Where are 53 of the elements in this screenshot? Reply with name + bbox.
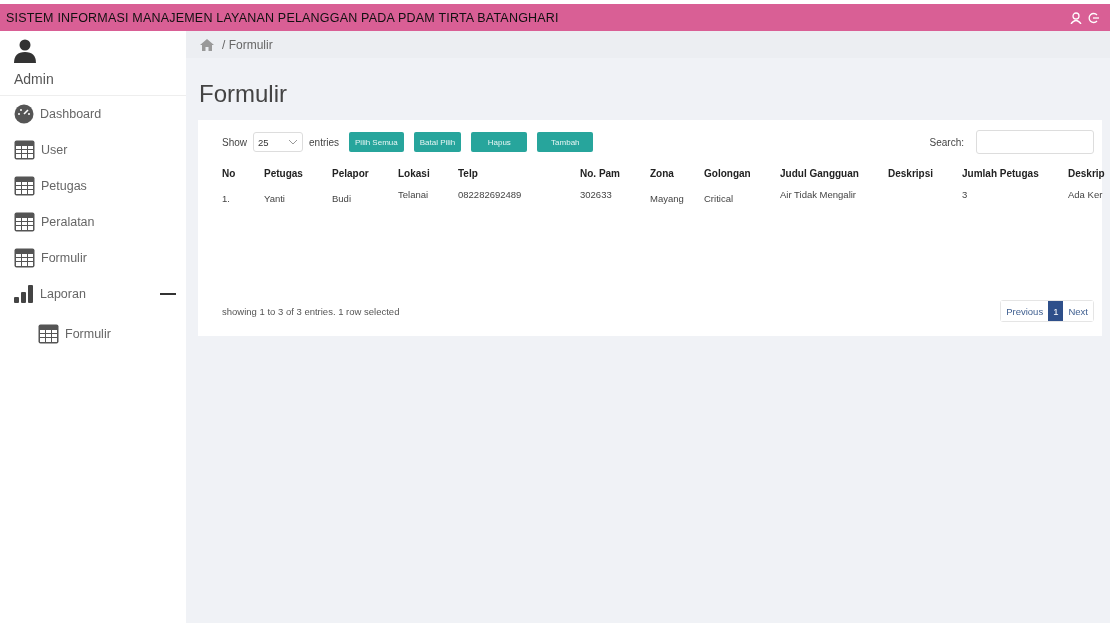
show-label: Show xyxy=(222,136,247,148)
chevron-down-icon xyxy=(288,139,298,145)
column-header: No xyxy=(222,168,237,179)
sidebar-item[interactable]: Laporan xyxy=(0,276,186,312)
sidebar-item[interactable]: Formulir xyxy=(0,240,186,276)
gauge-icon xyxy=(14,104,34,124)
page-title: Formulir xyxy=(199,80,288,108)
column-header: Lokasi xyxy=(398,168,431,179)
user-icon[interactable] xyxy=(1070,11,1082,24)
search-field[interactable] xyxy=(976,130,1094,154)
table-icon xyxy=(14,248,35,268)
sidebar-item[interactable]: Dashboard xyxy=(0,96,186,132)
home-icon[interactable] xyxy=(200,38,214,51)
table-cell-text: 1. xyxy=(222,192,231,204)
column-header: Deskripsi xyxy=(888,168,935,179)
column-header: Zona xyxy=(650,168,675,179)
column-header: Judul Gangguan xyxy=(780,168,860,179)
column-header: Deskrip xyxy=(1068,168,1106,179)
table-cell-text: 082282692489 xyxy=(458,188,523,202)
logout-icon[interactable] xyxy=(1088,11,1100,24)
page-button[interactable]: 1 xyxy=(1048,301,1064,321)
table-cell-text: Air Tidak Mengalir xyxy=(780,188,858,202)
table-icon xyxy=(14,212,35,232)
sidebar-item[interactable]: Petugas xyxy=(0,168,186,204)
table-cell-text: Telanai xyxy=(398,188,430,202)
sidebar-subitem[interactable]: Formulir xyxy=(0,312,186,356)
table-cell-text: Budi xyxy=(332,192,352,204)
avatar-icon xyxy=(14,39,36,63)
sidebar-item[interactable]: User xyxy=(0,132,186,168)
table-icon xyxy=(14,140,35,160)
table-cell-text: 302633 xyxy=(580,188,613,202)
bar-chart-icon xyxy=(14,284,34,304)
table-cell-text: 3 xyxy=(962,188,969,202)
column-header: No. Pam xyxy=(580,168,621,179)
app-title: SISTEM INFORMASI MANAJEMEN LAYANAN PELANGGAN PADA PDAM TIRTA BATANGHARI xyxy=(6,10,560,25)
table-cell-text: Ada Ker xyxy=(1068,188,1104,202)
sidebar-item[interactable]: Peralatan xyxy=(0,204,186,240)
user-name: Admin xyxy=(14,71,54,87)
column-header: Jumlah Petugas xyxy=(962,168,1040,179)
table-cell-text: Critical xyxy=(704,192,735,204)
table-cell-text: Mayang xyxy=(650,192,685,204)
breadcrumb-text: / Formulir xyxy=(222,37,273,52)
table-icon xyxy=(38,324,59,344)
search-label: Search: xyxy=(929,136,964,148)
page-size-select[interactable]: 25 xyxy=(253,132,303,152)
column-header: Petugas xyxy=(264,168,304,179)
column-header: Golongan xyxy=(704,168,752,179)
table-icon xyxy=(14,176,35,196)
column-header: Telp xyxy=(458,168,479,179)
table-info: showing 1 to 3 of 3 entries. 1 row selected xyxy=(222,305,400,317)
entries-label: entries xyxy=(309,136,340,148)
table-cell-text: Yanti xyxy=(264,192,286,204)
column-header: Pelapor xyxy=(332,168,370,179)
